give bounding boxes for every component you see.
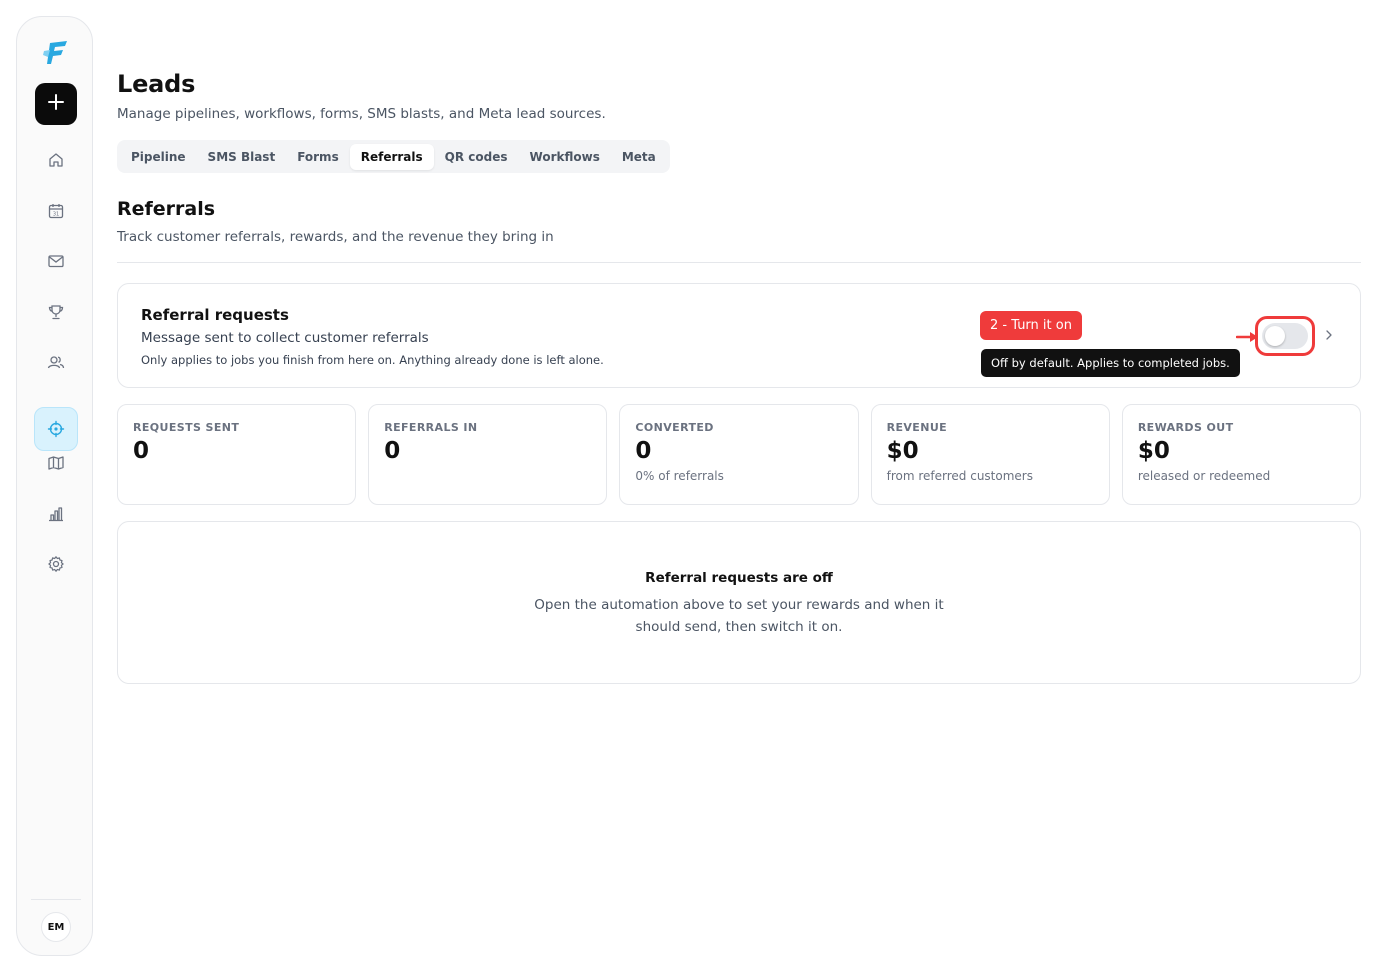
leads-tabs: Pipeline SMS Blast Forms Referrals QR co… <box>117 140 670 173</box>
stat-label: REFERRALS IN <box>384 421 478 434</box>
stat-label: CONVERTED <box>635 421 714 434</box>
tab-meta[interactable]: Meta <box>611 144 667 170</box>
stat-label: REVENUE <box>886 421 948 434</box>
stat-sub: 0% of referrals <box>635 469 724 483</box>
gear-icon <box>48 556 64 572</box>
stat-card-revenue: REVENUE $0 from referred customers <box>870 404 1110 505</box>
stat-card-rewards-out: REWARDS OUT $0 released or redeemed <box>1121 404 1362 505</box>
crosshair-icon <box>47 420 65 438</box>
tab-sms-blast[interactable]: SMS Blast <box>197 144 287 170</box>
svg-text:31: 31 <box>53 212 59 218</box>
referral-requests-toggle[interactable] <box>1262 323 1308 349</box>
nav-settings[interactable] <box>34 542 78 586</box>
nav-map[interactable] <box>34 441 78 485</box>
tab-workflows[interactable]: Workflows <box>519 144 611 170</box>
trophy-icon <box>48 305 64 320</box>
stat-sub: released or redeemed <box>1137 469 1271 483</box>
toggle-highlight-ring <box>1255 316 1315 356</box>
bar-chart-icon <box>49 507 63 522</box>
users-icon <box>47 356 65 369</box>
home-icon <box>49 153 63 167</box>
tab-qr-codes[interactable]: QR codes <box>434 144 519 170</box>
stat-value: $0 <box>886 438 919 464</box>
chevron-right-icon[interactable] <box>1323 328 1335 342</box>
stat-value: 0 <box>133 438 150 464</box>
nav-users[interactable] <box>34 340 78 384</box>
stat-sub: from referred customers <box>886 469 1033 483</box>
map-icon <box>48 456 64 470</box>
nav-calendar[interactable]: 31 <box>34 189 78 233</box>
empty-state-body: Open the automation above to set your re… <box>534 597 944 635</box>
stat-value: $0 <box>1137 438 1170 464</box>
user-avatar[interactable]: EM <box>41 912 71 942</box>
referral-requests-subtitle: Message sent to collect customer referra… <box>141 330 429 346</box>
page-title: Leads <box>117 70 196 98</box>
toggle-tooltip: Off by default. Applies to completed job… <box>981 349 1240 377</box>
sidebar: 31 EM <box>16 16 93 956</box>
nav-trophy[interactable] <box>34 290 78 334</box>
stat-card-requests-sent: REQUESTS SENT 0 <box>117 404 357 505</box>
stat-label: REWARDS OUT <box>1137 421 1234 434</box>
nav-home[interactable] <box>34 138 78 182</box>
sidebar-divider <box>31 899 81 900</box>
section-title: Referrals <box>117 198 216 220</box>
toggle-knob <box>1265 326 1285 346</box>
nav-analytics[interactable] <box>34 492 78 536</box>
create-button[interactable] <box>35 83 77 125</box>
referral-requests-note: Only applies to jobs you finish from her… <box>141 353 604 367</box>
stat-label: REQUESTS SENT <box>133 421 240 434</box>
stat-value: 0 <box>635 438 652 464</box>
section-subtitle: Track customer referrals, rewards, and t… <box>117 229 554 245</box>
calendar-icon: 31 <box>48 204 64 219</box>
section-divider <box>117 262 1361 263</box>
stat-card-referrals-in: REFERRALS IN 0 <box>368 404 608 505</box>
empty-state-title: Referral requests are off <box>645 570 833 586</box>
plus-icon <box>47 93 65 115</box>
empty-state-card: Referral requests are off Open the autom… <box>117 521 1361 684</box>
tab-pipeline[interactable]: Pipeline <box>120 144 197 170</box>
referral-requests-title: Referral requests <box>141 306 289 324</box>
tab-referrals[interactable]: Referrals <box>349 143 434 170</box>
brand-logo-icon[interactable] <box>41 37 71 67</box>
stat-card-converted: CONVERTED 0 0% of referrals <box>619 404 859 505</box>
tab-forms[interactable]: Forms <box>286 144 350 170</box>
page-subtitle: Manage pipelines, workflows, forms, SMS … <box>117 106 606 122</box>
referral-requests-card[interactable]: Referral requests Message sent to collec… <box>117 283 1361 388</box>
referral-stats: REQUESTS SENT 0 REFERRALS IN 0 CONVERTED… <box>117 404 1362 505</box>
step-callout-badge: 2 - Turn it on <box>980 311 1082 340</box>
mail-icon <box>48 255 64 268</box>
stat-value: 0 <box>384 438 401 464</box>
nav-mail[interactable] <box>34 239 78 283</box>
